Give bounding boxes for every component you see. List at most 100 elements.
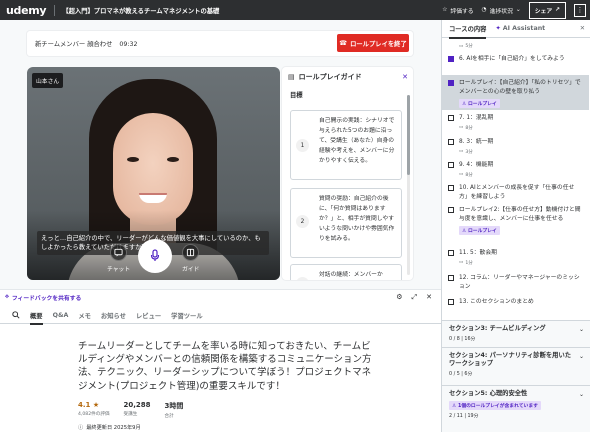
guide-scrollbar[interactable] [407,95,410,275]
tab-overview[interactable]: 概要 [30,307,43,325]
microphone-button[interactable] [138,239,172,273]
microphone-icon [150,248,160,264]
lecture-title: 10. AIとメンバーの成長を促す「仕事の任せ方」を練習しよう [459,185,575,200]
video-icon: ▭ [459,260,464,265]
more-options-button[interactable]: ⋮ [574,3,586,17]
lecture-checkbox[interactable] [448,275,454,281]
tab-notes[interactable]: メモ [78,307,91,324]
top-bar: udemy 【超入門】プロマネが教えるチームマネジメントの基礎 ☆ 評価する ◔… [0,0,590,20]
sidebar-tabs: コースの内容 ✦ AI Assistant ✕ [442,20,590,39]
students-value: 20,288 [123,401,151,409]
close-icon[interactable]: ✕ [426,293,432,302]
lecture-item[interactable]: ロールプレイ2:【仕事の任せ方】動機付けと間与度を意識し、メンバーに仕事を任せる… [442,206,589,235]
section-title: セクション5: 心理的安全性 [449,390,528,397]
feedback-label: フィードバックを共有する [11,296,82,302]
section-title: セクション3: チームビルディング [449,325,546,332]
guide-item-number: 2 [296,215,309,228]
settings-gear-icon[interactable]: ⚙ [396,293,402,302]
close-icon[interactable]: ✕ [402,73,408,81]
scroll-thumb[interactable] [407,95,410,175]
lecture-item[interactable]: 7. 1：混乱期 ▭ 8分 [442,114,589,131]
section-header[interactable]: セクション5: 心理的安全性 ♙ 1個のロールプレイが含まれています 2 / 1… [442,385,590,432]
person-icon: ♙ [462,229,467,234]
course-title[interactable]: 【超入門】プロマネが教えるチームマネジメントの基礎 [62,6,219,15]
lecture-duration: ▭ 8分 [459,172,473,178]
lecture-item[interactable]: 12. コラム：リーダーやマネージャーのミッション [442,274,589,291]
chat-icon [110,244,128,261]
lecture-checkbox[interactable] [448,207,454,213]
ai-assistant-label: AI Assistant [502,25,546,32]
video-icon: ▭ [459,125,464,130]
course-content-sidebar: コースの内容 ✦ AI Assistant ✕ ▭ 5分 6. AIを相手に「自己… [441,20,590,432]
lecture-checkbox[interactable] [448,56,454,62]
lecture-checkbox[interactable] [448,250,454,256]
person-icon: ♙ [462,102,467,107]
tab-ai-assistant[interactable]: ✦ AI Assistant [495,20,545,38]
tab-learning-tools[interactable]: 学習ツール [171,307,202,324]
lecture-item[interactable]: ▭ 5分 [442,41,589,50]
lecture-item[interactable]: 6. AIを相手に「自己紹介」をしてみよう [442,55,589,64]
guide-label: ガイド [182,267,200,273]
video-icon: ▭ [459,43,464,49]
lecture-title: 12. コラム：リーダーやマネージャーのミッション [459,275,580,290]
session-header: 新チームメンバー 顔合わせ 09:32 ☎ ロールプレイを終了 [27,31,413,56]
avatar-video: 山本さん えっと…自己紹介の中で、リーダーがどんな価値観を大事にしているのか、も… [27,67,280,280]
lecture-checkbox[interactable] [448,162,454,168]
end-roleplay-label: ロールプレイを終了 [350,40,407,48]
avatar-face [113,113,193,225]
share-feedback-link[interactable]: ⟡ フィードバックを共有する [5,293,81,302]
search-icon[interactable] [12,307,20,324]
end-roleplay-button[interactable]: ☎ ロールプレイを終了 [337,34,409,52]
phone-hangup-icon: ☎ [339,39,348,47]
chevron-down-icon: ⌄ [578,353,584,360]
lecture-checkbox[interactable] [448,80,454,86]
guide-item-text: 質問の奨励：自己紹介の後に、「何か質問はありますか？」と、相手が質問しやすいよう… [319,196,395,242]
avatar-mouth [139,193,167,203]
section-header[interactable]: セクション3: チームビルディング 0 / 8 | 16分 ⌄ [442,320,590,347]
guide-item: 2 質問の奨励：自己紹介の後に、「何か質問はありますか？」と、相手が質問しやすい… [290,188,402,258]
lecture-checkbox[interactable] [448,115,454,121]
course-stats: 4.1 ★ 4,082件の評価 20,288 受講生 3時間 合計 [78,401,183,419]
rate-button[interactable]: ☆ 評価する [442,6,473,15]
lecture-item[interactable]: 10. AIとメンバーの成長を促す「仕事の任せ方」を練習しよう [442,184,589,201]
tab-qa[interactable]: Q&A [53,307,69,324]
lecture-duration: ▭ 3分 [459,149,473,155]
guide-item: 1 自己開示の実践：シナリオで与えられた5つのお題に沿って、受講生（あなた）自身… [290,110,402,180]
close-icon[interactable]: ✕ [580,25,585,32]
course-tabs: 概要 Q&A メモ お知らせ レビュー 学習ツール [0,307,441,325]
section-header[interactable]: セクション4: パーソナリティ診断を用いたワークショップ 0 / 5 | 6分 … [442,347,590,385]
chevron-down-icon: ⌄ [578,326,584,333]
alert-icon: ⓘ [78,425,84,431]
lecture-duration: ▭ 5分 [459,43,473,50]
lecture-title: 8. 3：統一期 [459,139,494,145]
lecture-item-current[interactable]: ロールプレイ：【自己紹介】「私のトリセツ」でメンバーとの心の壁を取り払う ♙ ロ… [442,75,589,110]
avatar-eye-left [127,157,139,162]
guide-item-text: 対話の継続：メンバーか [319,272,383,278]
lecture-checkbox[interactable] [448,299,454,305]
lecture-item[interactable]: 9. 4：機能期 ▭ 8分 [442,161,589,178]
roleplay-guide-panel: ▤ ロールプレイガイド ✕ 目標 1 自己開示の実践：シナリオで与えられた5つの… [282,67,413,280]
lecture-item[interactable]: 13. このセクションのまとめ [442,298,589,307]
udemy-logo[interactable]: udemy [6,4,47,17]
lecture-item[interactable]: 8. 3：統一期 ▭ 3分 [442,138,589,155]
tab-course-content[interactable]: コースの内容 [449,20,487,39]
lecture-checkbox[interactable] [448,185,454,191]
section-meta: 0 / 8 | 16分 [449,337,476,342]
guide-item-text: 自己開示の実践：シナリオで与えられた5つのお題に沿って、受講生（あなた）自身の経… [319,118,395,164]
last-updated-text: 最終更新日 2025年9月 [86,425,141,431]
chat-button[interactable]: チャット [107,244,130,273]
share-button[interactable]: シェア ↗ [528,1,566,19]
guide-item-number: 1 [296,139,309,152]
expand-icon[interactable]: ⤢ [412,293,418,302]
guide-button[interactable]: ガイド [182,244,199,273]
divider [54,4,56,16]
lecture-item[interactable]: 11. 5：散会期 ▭ 1分 [442,249,589,266]
meeting-time: 09:32 [119,41,138,48]
tab-announcements[interactable]: お知らせ [101,307,126,324]
chat-label: チャット [107,267,131,273]
guide-item: 3 対話の継続：メンバーか [290,264,402,280]
tab-reviews[interactable]: レビュー [136,307,161,324]
lecture-checkbox[interactable] [448,139,454,145]
lecture-title: 7. 1：混乱期 [459,115,494,121]
progress-button[interactable]: ◔ 進捗状況 ⌄ [482,6,521,15]
